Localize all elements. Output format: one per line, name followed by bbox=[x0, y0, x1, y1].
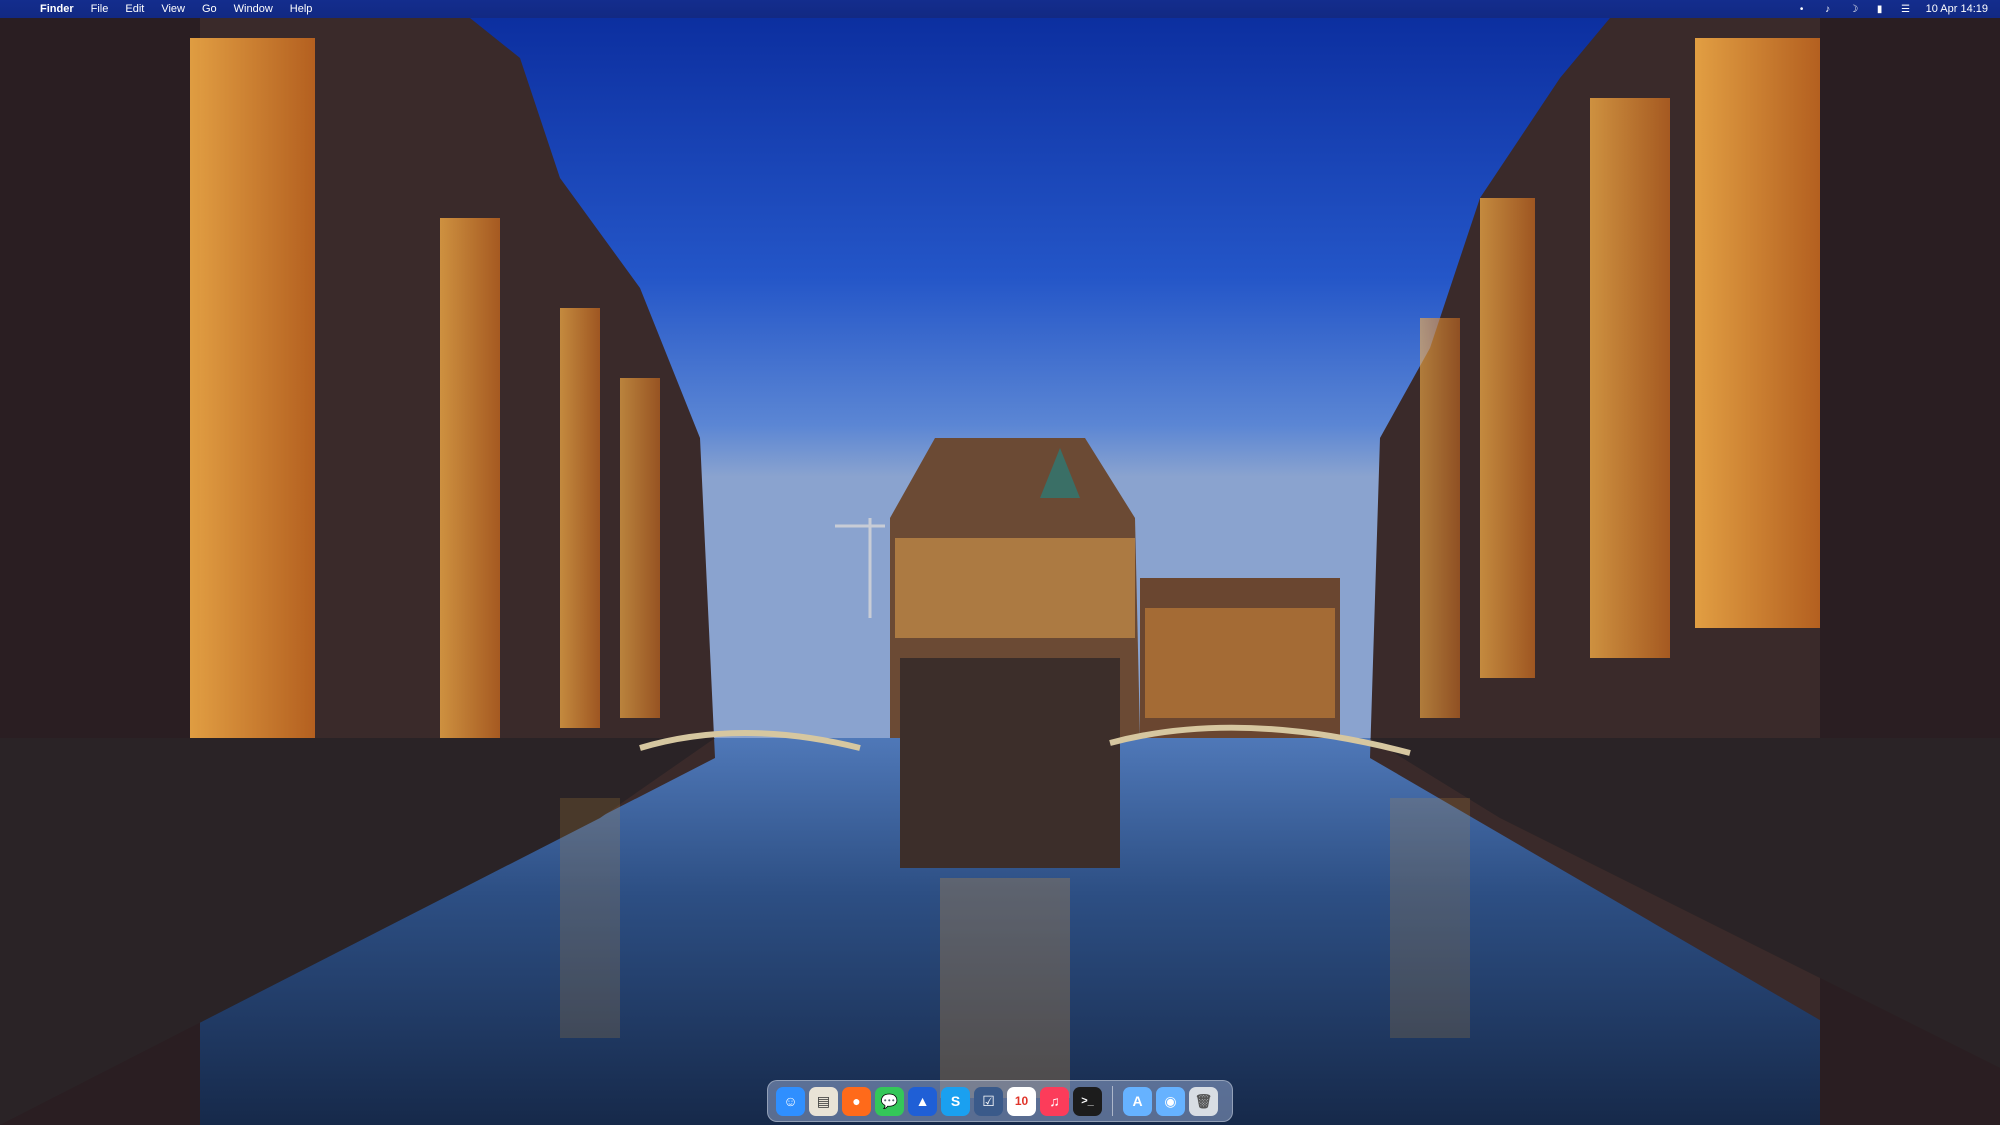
desktop-wallpaper bbox=[0, 18, 2000, 1125]
dot-icon[interactable]: • bbox=[1796, 3, 1808, 15]
dock-calendar[interactable]: 10 bbox=[1007, 1086, 1036, 1116]
battery-icon[interactable]: ▮ bbox=[1874, 3, 1886, 15]
menu-help[interactable]: Help bbox=[290, 3, 313, 15]
dock-trash[interactable]: 🗑 bbox=[1189, 1086, 1218, 1116]
apple-logo-icon[interactable] bbox=[14, 2, 28, 16]
menu-app-name[interactable]: Finder bbox=[40, 3, 74, 15]
desktop[interactable]: Finder File Edit View Go Window Help • ♪… bbox=[0, 0, 2000, 1125]
messages-icon: 💬 bbox=[880, 1092, 899, 1109]
dock-music[interactable]: ♫ bbox=[1040, 1086, 1069, 1116]
menu-window[interactable]: Window bbox=[234, 3, 273, 15]
menu-clock[interactable]: 10 Apr 14:19 bbox=[1926, 3, 1988, 15]
dock-separator bbox=[1112, 1086, 1113, 1116]
trash-icon: 🗑 bbox=[1194, 1092, 1213, 1109]
terminal-icon: >_ bbox=[1081, 1095, 1094, 1107]
menu-bar: Finder File Edit View Go Window Help • ♪… bbox=[0, 0, 2000, 18]
music-icon: ♫ bbox=[1049, 1093, 1060, 1109]
dock-messages[interactable]: 💬 bbox=[875, 1086, 904, 1116]
menu-view[interactable]: View bbox=[161, 3, 185, 15]
skype-icon: S bbox=[950, 1093, 961, 1109]
finder-icon: ☺ bbox=[783, 1093, 798, 1109]
dock-navigation[interactable]: ▲ bbox=[908, 1086, 937, 1116]
dock-tasks[interactable]: ☑ bbox=[974, 1086, 1003, 1116]
calendar-icon: 10 bbox=[1014, 1094, 1029, 1108]
menu-file[interactable]: File bbox=[91, 3, 109, 15]
moon-icon[interactable]: ☽ bbox=[1848, 3, 1860, 15]
firefox-icon: ● bbox=[852, 1093, 861, 1109]
checklist-icon: ☑ bbox=[982, 1092, 995, 1109]
dock-terminal[interactable]: >_ bbox=[1073, 1086, 1102, 1116]
status-area: • ♪ ☽ ▮ ☰ 10 Apr 14:19 bbox=[1782, 3, 1988, 15]
menu-go[interactable]: Go bbox=[202, 3, 217, 15]
music-note-icon[interactable]: ♪ bbox=[1822, 3, 1834, 15]
navigation-arrow-icon: ▲ bbox=[915, 1093, 930, 1109]
dock-preview[interactable]: ▤ bbox=[809, 1086, 838, 1116]
dock-downloads-folder[interactable]: ◉ bbox=[1156, 1086, 1185, 1116]
dock-applications-folder[interactable]: A bbox=[1123, 1086, 1152, 1116]
applications-folder-icon: A bbox=[1132, 1093, 1143, 1109]
menu-edit[interactable]: Edit bbox=[125, 3, 144, 15]
control-center-icon[interactable]: ☰ bbox=[1900, 3, 1912, 15]
preview-icon: ▤ bbox=[816, 1092, 831, 1109]
dock-finder[interactable]: ☺ bbox=[776, 1086, 805, 1116]
dock: ☺ ▤ ● 💬 ▲ S ☑ 10 ♫ >_ A ◉ 🗑 bbox=[767, 1080, 1233, 1122]
dock-firefox[interactable]: ● bbox=[842, 1086, 871, 1116]
dock-skype[interactable]: S bbox=[941, 1086, 970, 1116]
downloads-folder-icon: ◉ bbox=[1164, 1092, 1177, 1109]
